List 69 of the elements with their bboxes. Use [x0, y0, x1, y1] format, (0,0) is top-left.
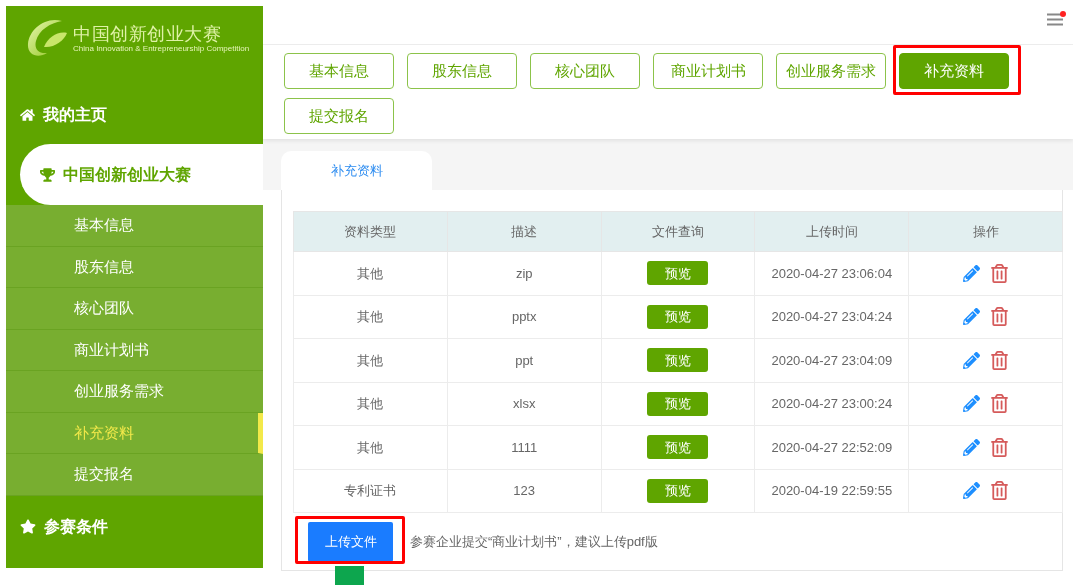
table-cell: 2020-04-19 22:59:55	[754, 469, 909, 513]
table-cell: 2020-04-27 23:04:09	[754, 338, 909, 382]
edit-icon[interactable]	[963, 308, 981, 326]
menu-icon[interactable]	[1047, 13, 1063, 26]
sidebar-item[interactable]: 核心团队	[6, 288, 263, 330]
sidebar-item[interactable]: 补充资料	[6, 412, 263, 454]
table-cell: 其他	[293, 425, 448, 469]
step-tab[interactable]: 基本信息	[284, 53, 394, 89]
upload-note: 参赛企业提交“商业计划书”，建议上传pdf版	[410, 532, 658, 551]
table-cell: zip	[447, 251, 602, 295]
content-tab[interactable]: 补充资料	[281, 151, 432, 190]
trophy-icon	[40, 167, 55, 182]
preview-button[interactable]: 预览	[647, 348, 709, 373]
sidebar-item[interactable]: 提交报名	[6, 454, 263, 496]
preview-button[interactable]: 预览	[647, 304, 709, 329]
preview-button[interactable]: 预览	[647, 478, 709, 503]
table-cell: 2020-04-27 23:04:24	[754, 295, 909, 339]
trash-icon[interactable]	[991, 437, 1009, 457]
column-header: 资料类型	[293, 211, 448, 252]
table-cell: 其他	[293, 251, 448, 295]
trash-icon[interactable]	[991, 394, 1009, 414]
table-cell: 2020-04-27 23:06:04	[754, 251, 909, 295]
marker-block	[335, 565, 364, 585]
step-tab[interactable]: 提交报名	[284, 98, 394, 134]
table-cell: 专利证书	[293, 469, 448, 513]
preview-button[interactable]: 预览	[647, 391, 709, 416]
column-header: 描述	[447, 211, 602, 252]
table-cell: ppt	[447, 338, 602, 382]
table-cell: pptx	[447, 295, 602, 339]
step-tab[interactable]: 创业服务需求	[776, 53, 886, 89]
edit-icon[interactable]	[963, 395, 981, 413]
trash-icon[interactable]	[991, 481, 1009, 501]
table-cell: 其他	[293, 338, 448, 382]
edit-icon[interactable]	[963, 264, 981, 282]
step-tab[interactable]: 核心团队	[530, 53, 640, 89]
table-cell: 2020-04-27 23:00:24	[754, 382, 909, 426]
sidebar-item[interactable]: 基本信息	[6, 205, 263, 247]
home-link[interactable]: 我的主页	[6, 86, 263, 144]
step-tab[interactable]: 补充资料	[899, 53, 1009, 89]
table-cell: 其他	[293, 295, 448, 339]
logo-icon	[26, 17, 68, 59]
star-icon	[20, 519, 36, 534]
table-cell: 123	[447, 469, 602, 513]
column-header: 操作	[908, 211, 1063, 252]
step-tab[interactable]: 股东信息	[407, 53, 517, 89]
table-cell: 1111	[447, 425, 602, 469]
table-cell: 其他	[293, 382, 448, 426]
table-cell: 2020-04-27 22:52:09	[754, 425, 909, 469]
sidebar-item[interactable]: 商业计划书	[6, 329, 263, 371]
preview-button[interactable]: 预览	[647, 435, 709, 460]
conditions-link[interactable]: 参赛条件	[6, 495, 263, 558]
edit-icon[interactable]	[963, 482, 981, 500]
logo-title: 中国创新创业大赛	[73, 24, 222, 44]
trash-icon[interactable]	[991, 263, 1009, 283]
upload-button[interactable]: 上传文件	[308, 521, 393, 562]
column-header: 上传时间	[754, 211, 909, 252]
edit-icon[interactable]	[963, 438, 981, 456]
edit-icon[interactable]	[963, 351, 981, 369]
logo-subtitle: China Innovation & Entrepreneurship Competition	[73, 44, 250, 54]
sidebar-item[interactable]: 创业服务需求	[6, 371, 263, 413]
home-icon	[20, 108, 35, 122]
sidebar-item[interactable]: 股东信息	[6, 246, 263, 288]
trash-icon[interactable]	[991, 350, 1009, 370]
preview-button[interactable]: 预览	[647, 261, 709, 286]
trash-icon[interactable]	[991, 307, 1009, 327]
competition-menu[interactable]: 中国创新创业大赛	[20, 144, 263, 205]
table-cell: xlsx	[447, 382, 602, 426]
column-header: 文件查询	[601, 211, 755, 252]
step-tab[interactable]: 商业计划书	[653, 53, 763, 89]
